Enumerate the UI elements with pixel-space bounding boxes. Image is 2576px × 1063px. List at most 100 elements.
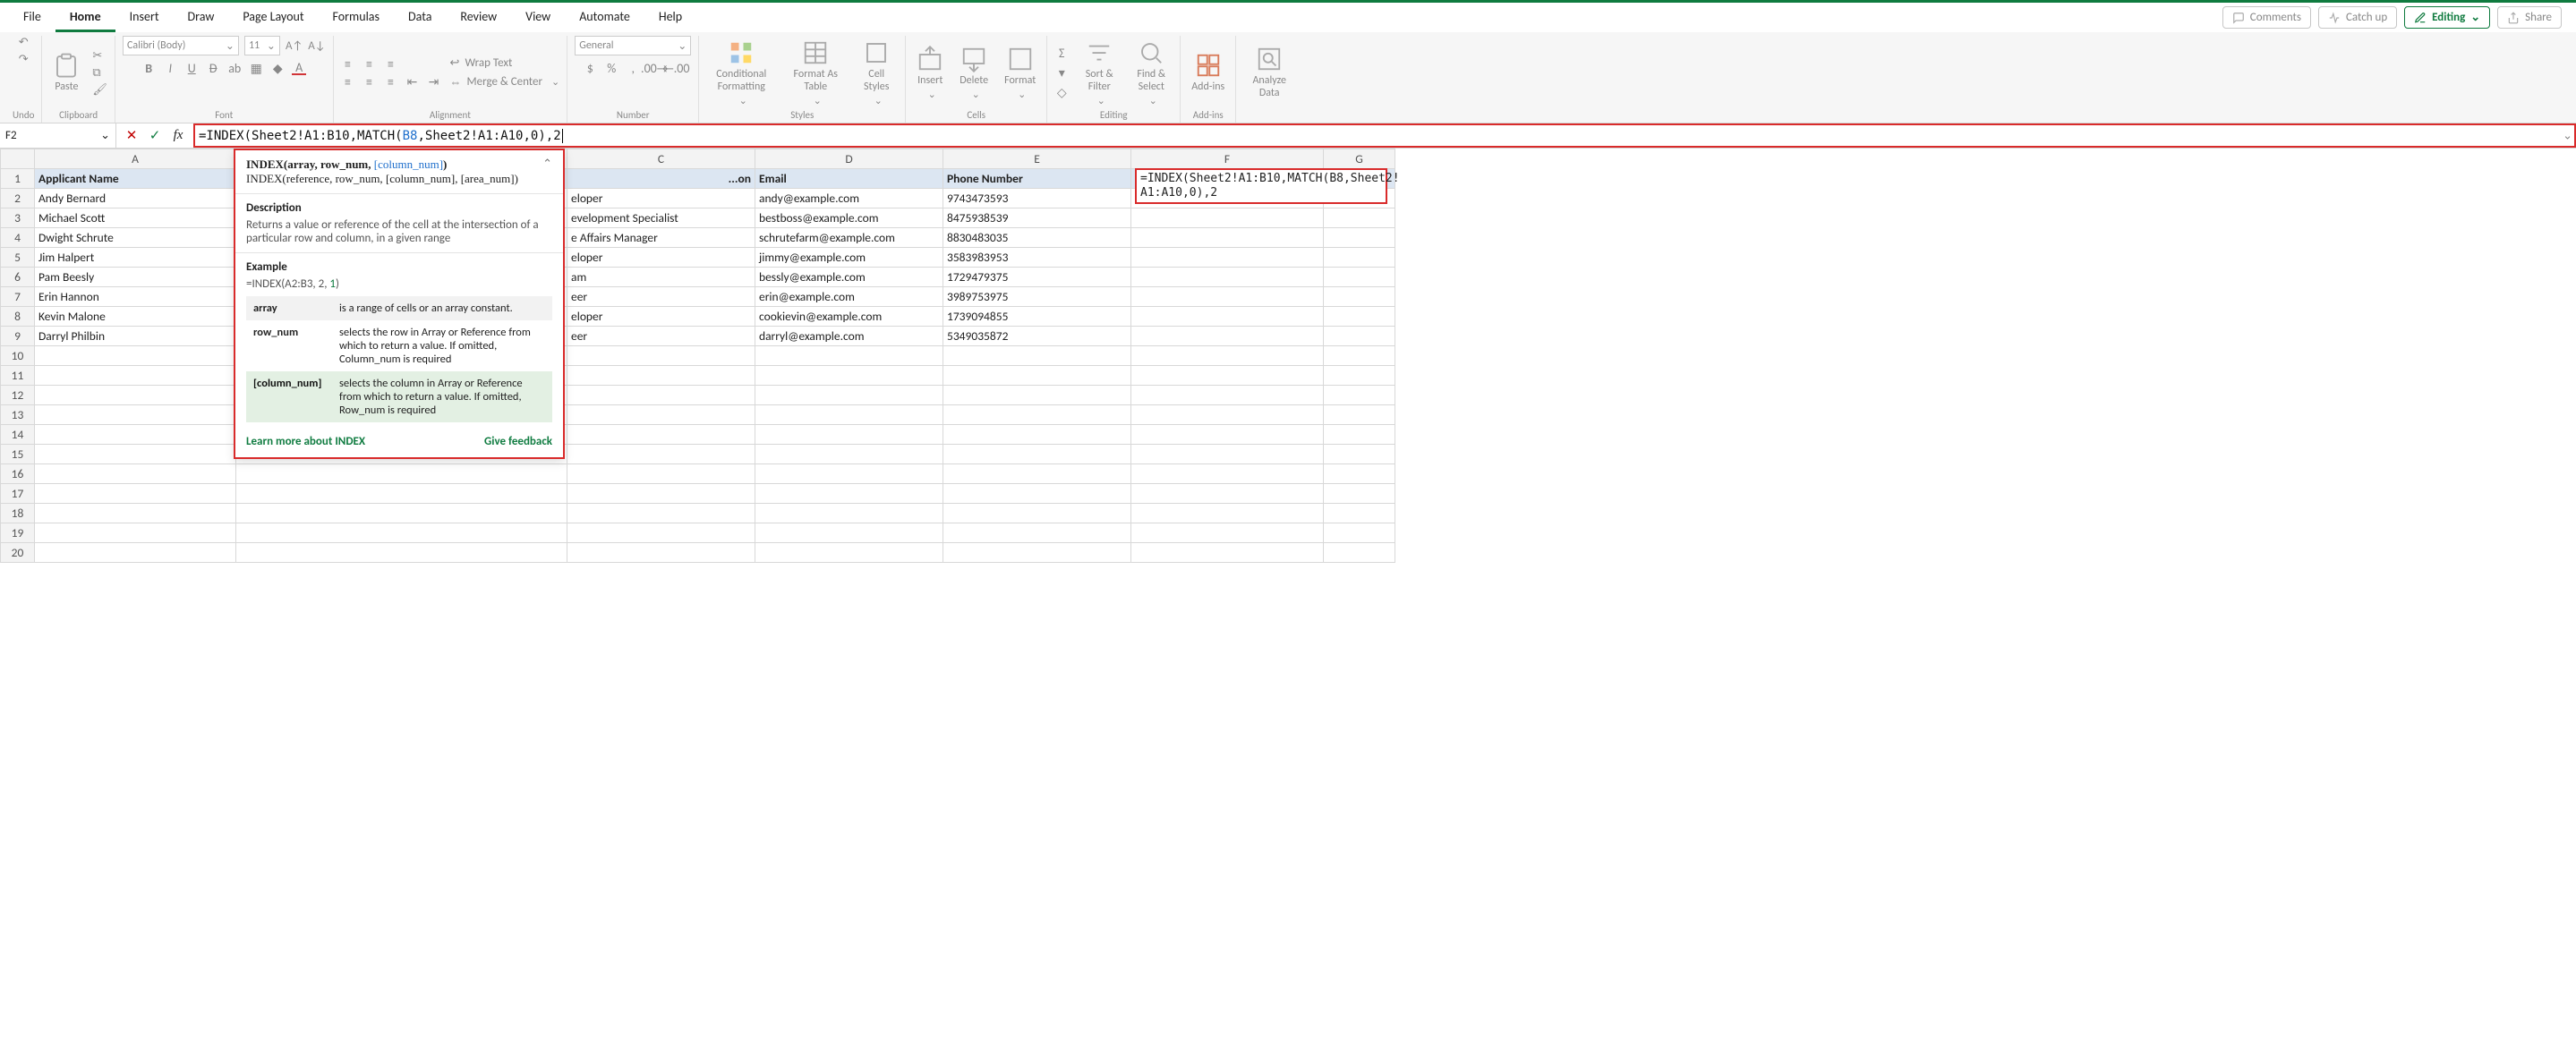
cell-A18[interactable]	[35, 504, 236, 523]
col-header-G[interactable]: G	[1324, 149, 1395, 169]
cell-F15[interactable]	[1131, 445, 1324, 464]
cell-G14[interactable]	[1324, 425, 1395, 445]
confirm-formula-button[interactable]: ✓	[147, 127, 163, 144]
row-header-15[interactable]: 15	[1, 445, 35, 464]
cell-G13[interactable]	[1324, 405, 1395, 425]
cell-F14[interactable]	[1131, 425, 1324, 445]
cell-G10[interactable]	[1324, 346, 1395, 366]
cell-D10[interactable]	[755, 346, 943, 366]
cell-B19[interactable]	[236, 523, 567, 543]
cell-D3[interactable]: bestboss@example.com	[755, 208, 943, 228]
cell-E15[interactable]	[943, 445, 1131, 464]
name-box[interactable]: F2 ⌄	[0, 123, 116, 148]
align-top-button[interactable]: ≡	[341, 56, 355, 71]
insert-cells-button[interactable]: Insert	[913, 44, 947, 102]
cell-E5[interactable]: 3583983953	[943, 248, 1131, 268]
cell-A14[interactable]	[35, 425, 236, 445]
cell-G12[interactable]	[1324, 386, 1395, 405]
cancel-formula-button[interactable]: ✕	[124, 127, 140, 144]
cell-F7[interactable]	[1131, 287, 1324, 307]
cell-A8[interactable]: Kevin Malone	[35, 307, 236, 327]
menu-draw[interactable]: Draw	[174, 4, 229, 32]
cell-C9[interactable]: eer	[567, 327, 755, 346]
row-header-14[interactable]: 14	[1, 425, 35, 445]
double-underline-button[interactable]: ab	[227, 61, 242, 75]
cell-D2[interactable]: andy@example.com	[755, 189, 943, 208]
collapse-tooltip-button[interactable]: ⌃	[542, 157, 552, 171]
row-header-1[interactable]: 1	[1, 169, 35, 189]
cell-A4[interactable]: Dwight Schrute	[35, 228, 236, 248]
cell-A2[interactable]: Andy Bernard	[35, 189, 236, 208]
cell-B16[interactable]	[236, 464, 567, 484]
font-name-select[interactable]: Calibri (Body)⌄	[123, 36, 239, 55]
cell-D16[interactable]	[755, 464, 943, 484]
catchup-button[interactable]: Catch up	[2318, 6, 2397, 29]
cell-E10[interactable]	[943, 346, 1131, 366]
cell-D12[interactable]	[755, 386, 943, 405]
cell-F18[interactable]	[1131, 504, 1324, 523]
cell-F19[interactable]	[1131, 523, 1324, 543]
menu-automate[interactable]: Automate	[565, 4, 644, 32]
cell-E12[interactable]	[943, 386, 1131, 405]
cell-D8[interactable]: cookievin@example.com	[755, 307, 943, 327]
font-size-select[interactable]: 11⌄	[244, 36, 280, 55]
percent-button[interactable]: %	[604, 61, 618, 75]
menu-page-layout[interactable]: Page Layout	[228, 4, 318, 32]
cell-A16[interactable]	[35, 464, 236, 484]
row-header-16[interactable]: 16	[1, 464, 35, 484]
row-header-9[interactable]: 9	[1, 327, 35, 346]
cell-B17[interactable]	[236, 484, 567, 504]
formula-input[interactable]: =INDEX(Sheet2!A1:B10,MATCH(B8,Sheet2!A1:…	[193, 123, 2576, 148]
cell-C20[interactable]	[567, 543, 755, 563]
cell-styles-button[interactable]: Cell Styles	[855, 38, 898, 108]
cell-G20[interactable]	[1324, 543, 1395, 563]
arg-row-array[interactable]: array is a range of cells or an array co…	[246, 296, 552, 320]
cut-button[interactable]: ✂	[92, 49, 107, 63]
redo-button[interactable]: ↷	[19, 53, 29, 66]
cell-F12[interactable]	[1131, 386, 1324, 405]
cell-D9[interactable]: darryl@example.com	[755, 327, 943, 346]
active-cell-editor[interactable]: =INDEX(Sheet2!A1:B10,MATCH(B8,Sheet2! A1…	[1135, 168, 1387, 204]
comma-button[interactable]: ,	[626, 61, 640, 75]
cell-G19[interactable]	[1324, 523, 1395, 543]
number-format-select[interactable]: General⌄	[575, 36, 691, 55]
menu-file[interactable]: File	[9, 4, 55, 32]
cell-C7[interactable]: eer	[567, 287, 755, 307]
cell-E17[interactable]	[943, 484, 1131, 504]
menu-formulas[interactable]: Formulas	[319, 4, 394, 32]
menu-view[interactable]: View	[511, 4, 565, 32]
cell-F10[interactable]	[1131, 346, 1324, 366]
cell-F13[interactable]	[1131, 405, 1324, 425]
row-header-11[interactable]: 11	[1, 366, 35, 386]
cell-E8[interactable]: 1739094855	[943, 307, 1131, 327]
tooltip-sig-2[interactable]: INDEX(reference, row_num, [column_num], …	[246, 172, 552, 186]
cell-C6[interactable]: am	[567, 268, 755, 287]
row-header-17[interactable]: 17	[1, 484, 35, 504]
cell-E18[interactable]	[943, 504, 1131, 523]
cell-C11[interactable]	[567, 366, 755, 386]
cell-D17[interactable]	[755, 484, 943, 504]
align-middle-button[interactable]: ≡	[363, 56, 377, 71]
row-header-19[interactable]: 19	[1, 523, 35, 543]
cell-G8[interactable]	[1324, 307, 1395, 327]
select-all-corner[interactable]	[1, 149, 35, 169]
cell-B20[interactable]	[236, 543, 567, 563]
cell-E1[interactable]: Phone Number	[943, 169, 1131, 189]
cell-E13[interactable]	[943, 405, 1131, 425]
cell-C5[interactable]: eloper	[567, 248, 755, 268]
increase-font-button[interactable]: A↑	[286, 39, 303, 53]
cell-D5[interactable]: jimmy@example.com	[755, 248, 943, 268]
cell-E7[interactable]: 3989753975	[943, 287, 1131, 307]
cell-C12[interactable]	[567, 386, 755, 405]
cell-C19[interactable]	[567, 523, 755, 543]
cell-A17[interactable]	[35, 484, 236, 504]
arg-row-colnum[interactable]: [column_num] selects the column in Array…	[246, 371, 552, 422]
increase-decimal-button[interactable]: .00→	[647, 61, 661, 75]
row-header-3[interactable]: 3	[1, 208, 35, 228]
cell-F16[interactable]	[1131, 464, 1324, 484]
italic-button[interactable]: I	[163, 61, 177, 75]
cell-G17[interactable]	[1324, 484, 1395, 504]
decrease-decimal-button[interactable]: ←.00	[669, 61, 683, 75]
menu-help[interactable]: Help	[644, 4, 696, 32]
cell-G6[interactable]	[1324, 268, 1395, 287]
